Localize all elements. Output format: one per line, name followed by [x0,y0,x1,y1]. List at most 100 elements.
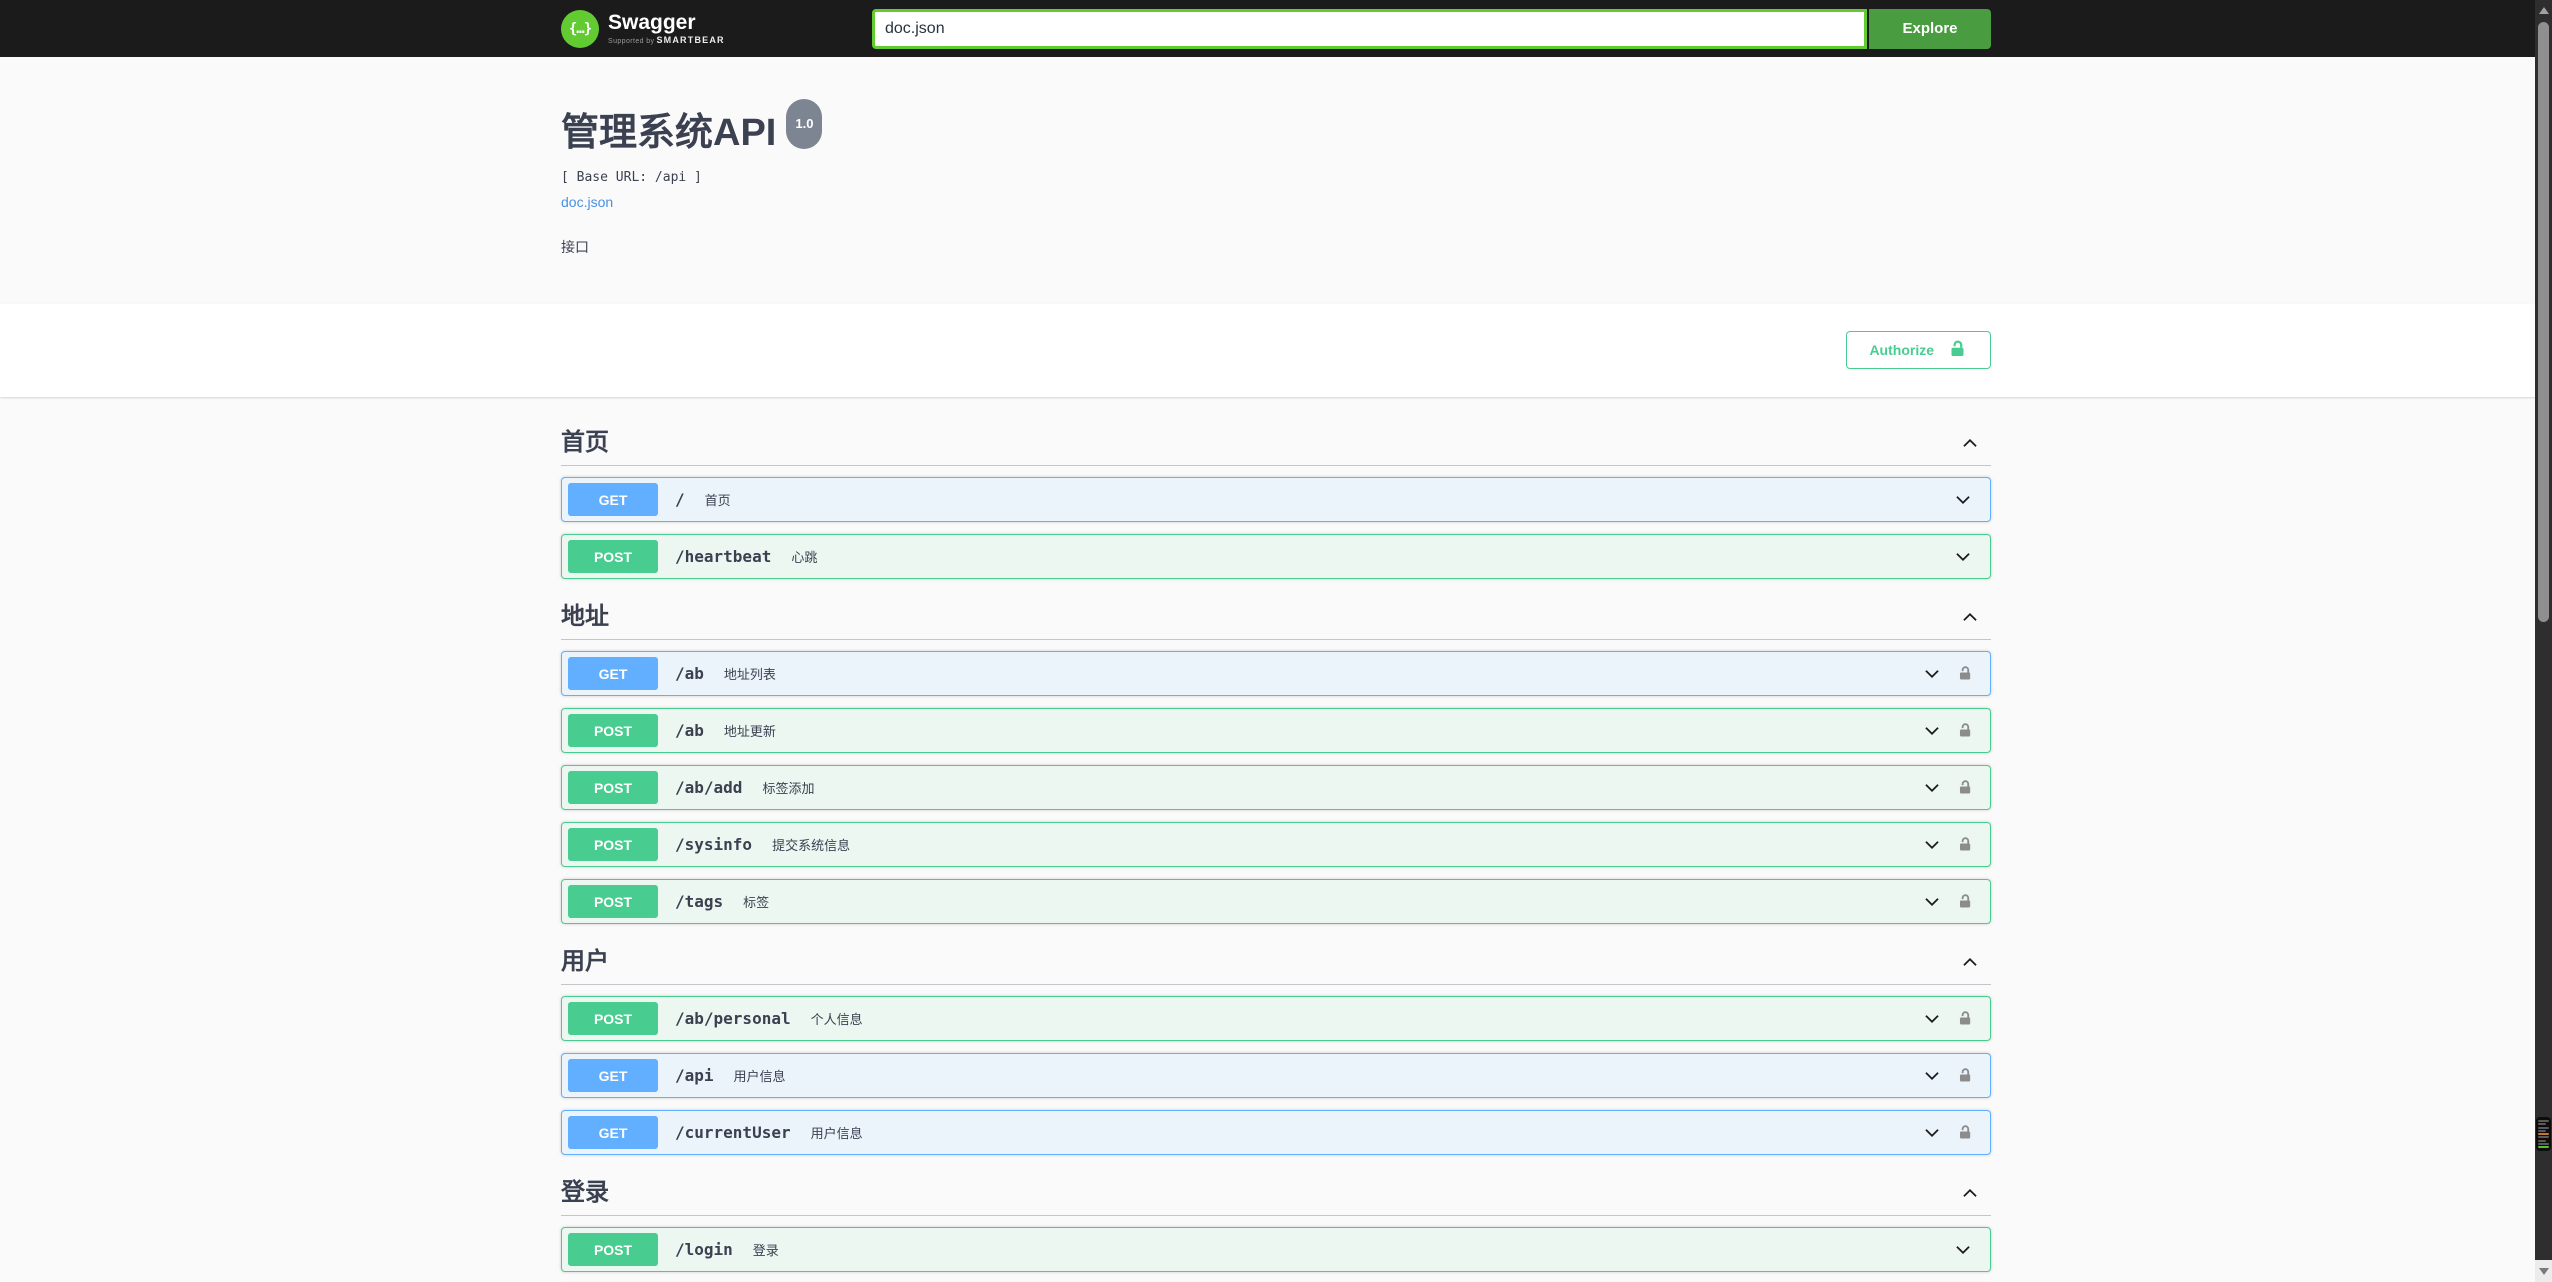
chevron-down-icon[interactable] [1921,720,1943,742]
operation-path: /ab/add [675,778,743,797]
operation-path: /heartbeat [675,547,772,566]
scheme-container: Authorize [0,304,2552,397]
tag-section-home: 首页 GET / 首页 POST /heartbeat 心跳 [561,427,1991,579]
spec-link[interactable]: doc.json [561,194,613,210]
operation-row[interactable]: GET /api 用户信息 [561,1053,1991,1098]
operation-summary: 个人信息 [810,1012,863,1027]
lock-icon[interactable] [1957,665,1974,682]
tag-header-address[interactable]: 地址 [561,601,1991,640]
operation-row[interactable]: POST /ab/add 标签添加 [561,765,1991,810]
lock-icon[interactable] [1957,893,1974,910]
chevron-up-icon[interactable] [1959,1182,1981,1204]
version-badge: 1.0 [786,99,823,149]
scrollbar-up-arrow-icon[interactable] [2535,3,2552,17]
operation-summary: 标签 [743,895,770,910]
method-badge: POST [568,1002,658,1035]
method-badge: POST [568,828,658,861]
tag-title: 首页 [561,429,609,456]
operation-summary: 提交系统信息 [772,838,851,853]
swagger-logo-icon: {…} [561,9,599,48]
operation-path: / [675,490,685,509]
scrollbar[interactable] [2535,0,2552,1282]
operation-summary: 首页 [704,493,731,508]
lock-icon[interactable] [1957,722,1974,739]
operation-row[interactable]: GET /ab 地址列表 [561,651,1991,696]
explore-button[interactable]: Explore [1869,8,1991,49]
chevron-up-icon[interactable] [1959,606,1981,628]
chevron-up-icon[interactable] [1959,951,1981,973]
chevron-down-icon[interactable] [1921,663,1943,685]
method-badge: GET [568,657,658,690]
operation-path: /tags [675,892,724,911]
spec-url-input[interactable] [872,8,1867,49]
tag-header-home[interactable]: 首页 [561,427,1991,466]
tag-header-login[interactable]: 登录 [561,1177,1991,1216]
authorize-button[interactable]: Authorize [1846,331,1991,369]
lock-icon[interactable] [1957,1010,1974,1027]
page-title: 管理系统API 1.0 [561,99,1991,161]
operation-summary: 用户信息 [810,1126,863,1141]
api-description: 接口 [561,239,589,255]
chevron-down-icon[interactable] [1921,1065,1943,1087]
minimap-widget[interactable] [2536,1117,2551,1151]
chevron-down-icon[interactable] [1921,834,1943,856]
operation-path: /ab [675,721,704,740]
chevron-up-icon[interactable] [1959,432,1981,454]
operation-row[interactable]: GET /currentUser 用户信息 [561,1110,1991,1155]
lock-icon[interactable] [1957,1124,1974,1141]
tag-title: 地址 [561,603,609,630]
chevron-down-icon[interactable] [1952,489,1974,511]
operation-path: /currentUser [675,1123,791,1142]
operation-summary: 地址更新 [723,724,776,739]
unlock-icon [1948,339,1968,362]
brand-name: Swagger [608,11,696,34]
operation-summary: 登录 [752,1243,779,1258]
chevron-down-icon[interactable] [1952,546,1974,568]
scrollbar-down-arrow-icon[interactable] [2535,1260,2552,1282]
chevron-down-icon[interactable] [1921,777,1943,799]
operation-path: /api [675,1066,714,1085]
chevron-down-icon[interactable] [1921,891,1943,913]
swagger-ui-page: {…} Swagger Supported bySMARTBEAR Explor… [0,0,2552,1282]
method-badge: POST [568,885,658,918]
method-badge: GET [568,1116,658,1149]
tag-header-user[interactable]: 用户 [561,946,1991,985]
scrollbar-thumb[interactable] [2538,22,2549,622]
operation-path: /sysinfo [675,835,753,854]
tag-section-login: 登录 POST /login 登录 POST /login/r [561,1177,1991,1282]
method-badge: POST [568,540,658,573]
tag-section-address: 地址 GET /ab 地址列表 POST /ab 地址更新 POST /ab/a… [561,601,1991,924]
lock-icon[interactable] [1957,836,1974,853]
method-badge: POST [568,714,658,747]
operation-row[interactable]: POST /sysinfo 提交系统信息 [561,822,1991,867]
method-badge: POST [568,1233,658,1266]
swagger-logo: {…} Swagger Supported by SMARTBEAR [561,9,725,48]
operation-row[interactable]: POST /tags 标签 [561,879,1991,924]
tag-section-user: 用户 POST /ab/personal 个人信息 GET /api 用户信息 … [561,946,1991,1155]
operation-summary: 心跳 [791,550,818,565]
chevron-down-icon[interactable] [1921,1008,1943,1030]
base-url: [ Base URL: /api ] [561,170,702,185]
operation-row[interactable]: POST /ab/personal 个人信息 [561,996,1991,1041]
brand-subtitle: Supported by SMARTBEAR [608,35,725,46]
topbar: {…} Swagger Supported bySMARTBEAR Explor… [0,0,2552,57]
method-badge: GET [568,1059,658,1092]
operation-summary: 用户信息 [733,1069,786,1084]
operation-row[interactable]: POST /heartbeat 心跳 [561,534,1991,579]
operation-row[interactable]: POST /login 登录 [561,1227,1991,1272]
operation-row[interactable]: POST /ab 地址更新 [561,708,1991,753]
operation-path: /ab/personal [675,1009,791,1028]
method-badge: GET [568,483,658,516]
operation-row[interactable]: GET / 首页 [561,477,1991,522]
lock-icon[interactable] [1957,779,1974,796]
chevron-down-icon[interactable] [1921,1122,1943,1144]
lock-icon[interactable] [1957,1067,1974,1084]
tag-title: 用户 [561,948,609,975]
operation-path: /login [675,1240,733,1259]
method-badge: POST [568,771,658,804]
chevron-down-icon[interactable] [1952,1239,1974,1261]
operation-summary: 标签添加 [762,781,815,796]
operation-path: /ab [675,664,704,683]
tag-title: 登录 [561,1179,609,1206]
operation-summary: 地址列表 [723,667,776,682]
